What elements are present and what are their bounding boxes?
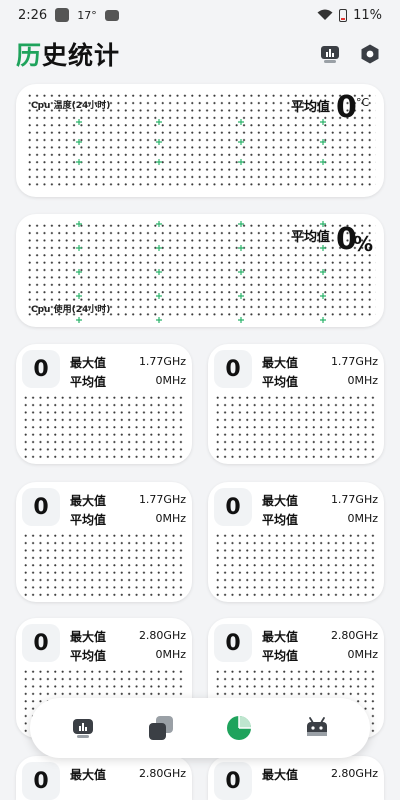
core-chart-grid: [22, 532, 186, 598]
stats-button[interactable]: [318, 42, 342, 66]
avg-label: 平均值: [262, 375, 299, 389]
cpu-core-card[interactable]: 0 最大值 2.80GHz: [208, 756, 384, 800]
wifi-icon: [317, 9, 333, 20]
core-current-value: 0: [22, 488, 60, 526]
cpu-temperature-card: Cpu 温度(24小时) 平均值 0 °C: [16, 84, 384, 197]
max-value: 1.77GHz: [138, 355, 186, 368]
max-label: 最大值: [70, 494, 107, 508]
max-label: 最大值: [262, 356, 299, 370]
status-temperature: 17°: [77, 8, 97, 22]
status-time: 2:26: [18, 7, 48, 23]
core-current-value: 0: [214, 624, 252, 662]
max-value: 2.80GHz: [330, 629, 378, 642]
core-chart-grid: [214, 532, 378, 598]
battery-level: 11%: [353, 7, 382, 23]
avg-value: 0MHz: [155, 648, 186, 661]
avg-value: 0MHz: [155, 512, 186, 525]
temperature-unit: °C: [356, 96, 370, 109]
cpu-core-card[interactable]: 0 最大值 1.77GHz 平均值 0MHz: [16, 482, 192, 602]
core-chart-grid: [22, 394, 186, 460]
max-label: 最大值: [70, 768, 107, 782]
nav-history[interactable]: [217, 706, 261, 750]
max-label: 最大值: [70, 630, 107, 644]
cpu-core-card[interactable]: 0 最大值 1.77GHz 平均值 0MHz: [16, 344, 192, 464]
page-title-rest: 史统计: [42, 41, 121, 70]
max-value: 2.80GHz: [138, 629, 186, 642]
avg-label: 平均值: [70, 375, 107, 389]
status-bar: 2:26 17° 11%: [0, 0, 400, 30]
nav-cards[interactable]: [139, 706, 183, 750]
max-value: 1.77GHz: [330, 493, 378, 506]
core-current-value: 0: [214, 350, 252, 388]
max-value: 2.80GHz: [138, 767, 186, 780]
cards-icon: [149, 716, 173, 740]
core-current-value: 0: [214, 762, 252, 800]
settings-icon: [361, 44, 379, 64]
cpu-usage-card: 平均值 0 % Cpu 使用(24小时): [16, 214, 384, 327]
avg-value: 0MHz: [347, 648, 378, 661]
avg-value: 0MHz: [155, 374, 186, 387]
max-value: 1.77GHz: [330, 355, 378, 368]
core-chart-grid: [214, 394, 378, 460]
android-icon: [307, 717, 327, 736]
page-title-accent: 历: [16, 41, 43, 70]
max-label: 最大值: [70, 356, 107, 370]
nav-device[interactable]: [295, 706, 339, 750]
pie-chart-icon: [227, 716, 251, 740]
settings-button[interactable]: [358, 42, 382, 66]
usage-avg-label: 平均值: [291, 230, 331, 245]
monitor-icon: [73, 719, 93, 738]
max-label: 最大值: [262, 494, 299, 508]
max-label: 最大值: [262, 768, 299, 782]
message-icon: [104, 9, 119, 21]
max-value: 2.80GHz: [330, 767, 378, 780]
avg-value: 0MHz: [347, 512, 378, 525]
temperature-card-label: Cpu 温度(24小时): [31, 101, 111, 111]
app-notification-icon: [55, 8, 70, 22]
stats-icon: [321, 46, 339, 63]
max-value: 1.77GHz: [138, 493, 186, 506]
temperature-avg-label: 平均值: [291, 100, 331, 115]
cpu-core-card[interactable]: 0 最大值 2.80GHz: [16, 756, 192, 800]
avg-value: 0MHz: [347, 374, 378, 387]
cpu-core-card[interactable]: 0 最大值 1.77GHz 平均值 0MHz: [208, 344, 384, 464]
cpu-core-card[interactable]: 0 最大值 1.77GHz 平均值 0MHz: [208, 482, 384, 602]
nav-monitor[interactable]: [61, 706, 105, 750]
max-label: 最大值: [262, 630, 299, 644]
avg-label: 平均值: [70, 649, 107, 663]
avg-label: 平均值: [262, 513, 299, 527]
avg-label: 平均值: [262, 649, 299, 663]
bottom-navigation: [30, 698, 370, 758]
core-current-value: 0: [22, 762, 60, 800]
page-title: 历史统计: [16, 36, 120, 72]
avg-label: 平均值: [70, 513, 107, 527]
battery-icon: [339, 8, 348, 22]
temperature-avg-value: 0: [336, 90, 357, 125]
usage-unit: %: [353, 232, 374, 256]
core-current-value: 0: [214, 488, 252, 526]
core-current-value: 0: [22, 350, 60, 388]
app-header: 历史统计: [0, 34, 400, 74]
core-current-value: 0: [22, 624, 60, 662]
usage-card-label: Cpu 使用(24小时): [31, 305, 111, 315]
